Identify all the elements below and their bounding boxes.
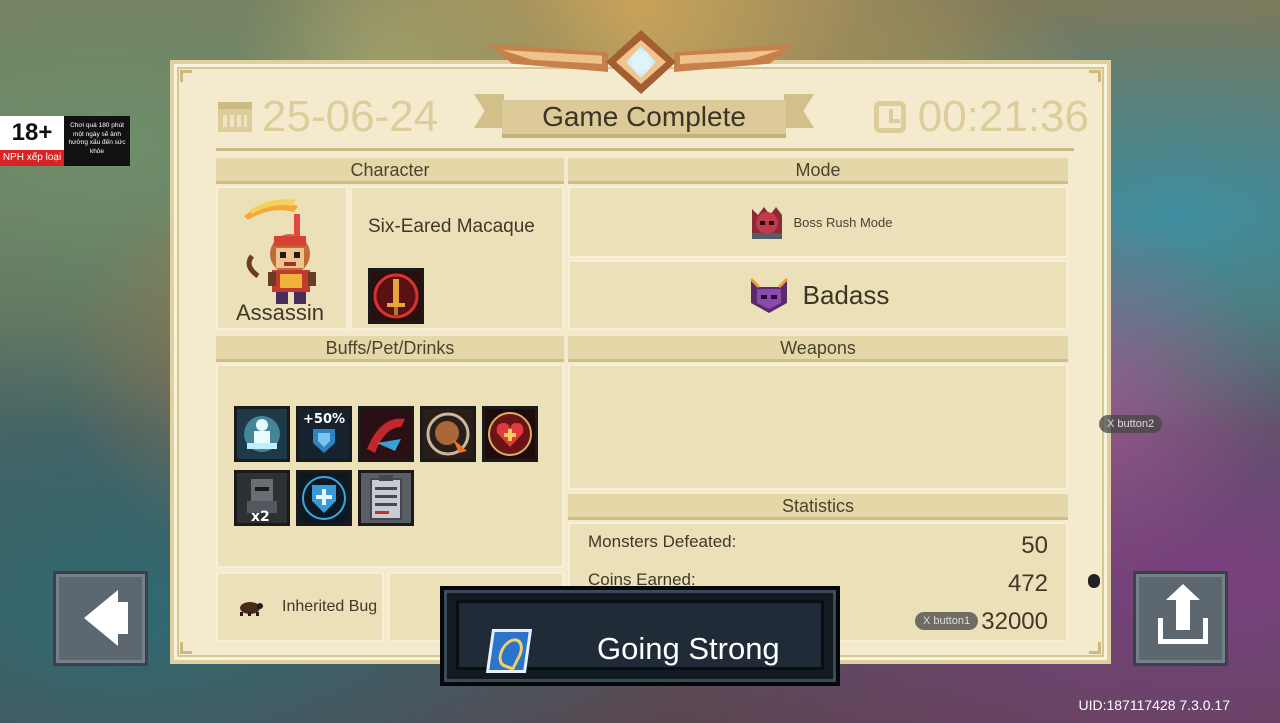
uid-version: UID:187117428 7.3.0.17	[1078, 697, 1230, 713]
weapons-cell	[568, 364, 1068, 490]
statistics-header: Statistics	[568, 494, 1068, 520]
game-mode-label: Boss Rush Mode	[793, 214, 893, 230]
character-header: Character	[216, 158, 564, 184]
buffs-cell: +50% x2	[216, 364, 564, 568]
bug-pet-icon	[240, 602, 263, 616]
achievement-banner: Going Strong	[440, 586, 840, 686]
boss-rush-icon	[751, 207, 782, 239]
difficulty-label: Badass	[802, 279, 890, 310]
back-arrow-icon	[84, 590, 128, 646]
badass-difficulty-icon	[749, 277, 788, 313]
knight-x2-buff-icon[interactable]: x2	[234, 470, 290, 526]
svg-text:x2: x2	[251, 509, 270, 523]
clock-icon	[873, 101, 906, 133]
stat-label: Monsters Defeated:	[588, 532, 737, 551]
game-mode-cell: Boss Rush Mode	[568, 186, 1068, 258]
stat-value: 50	[1021, 532, 1048, 559]
shield-50-percent-buff-icon[interactable]: +50%	[296, 406, 352, 462]
stat-value: 32000	[981, 608, 1048, 635]
pet-label: Inherited Bug	[282, 598, 378, 615]
ribbon-tail-right	[784, 94, 814, 128]
results-panel: 25-06-24 Game Complete 00:21:36 Characte…	[170, 60, 1111, 664]
xbutton2-hint: X button2	[1099, 415, 1163, 433]
blue-shield-buff-icon[interactable]	[296, 470, 352, 526]
meditation-buff-icon[interactable]	[234, 406, 290, 462]
share-box	[1158, 618, 1208, 644]
stat-value: 472	[1007, 570, 1048, 597]
svg-text:+50%: +50%	[303, 412, 345, 427]
ribbon-tail-left	[474, 94, 504, 128]
age-rating-label: 18+	[11, 119, 53, 146]
panel-corner	[1089, 70, 1101, 82]
character-info-cell: Six-Eared Macaque	[350, 186, 564, 330]
time-text: 00:21:36	[917, 92, 1089, 141]
achievement-text: Going Strong	[597, 631, 780, 666]
character-class: Assassin	[236, 300, 325, 325]
header-divider	[216, 148, 1074, 151]
achievement-card-icon	[485, 629, 533, 673]
pet-cell: Inherited Bug	[216, 572, 384, 642]
weapons-header: Weapons	[568, 336, 1068, 362]
panel-corner	[180, 70, 192, 82]
title-ribbon: Game Complete	[474, 90, 814, 138]
age-rating-publisher: NPH xếp loại	[0, 150, 64, 166]
share-button[interactable]	[1133, 571, 1228, 666]
panel-corner	[180, 642, 192, 654]
xbutton1-hint: X button1	[915, 612, 979, 630]
red-slash-buff-icon[interactable]	[358, 406, 414, 462]
panel-corner	[1089, 642, 1101, 654]
heart-buff-icon[interactable]	[482, 406, 538, 462]
calendar-icon	[218, 102, 252, 132]
age-rating-warning: Chơi quá 180 phút một ngày sẽ ảnh hưởng …	[64, 116, 130, 166]
character-name: Six-Eared Macaque	[368, 216, 535, 237]
character-portrait-cell: Assassin	[216, 186, 348, 330]
back-button[interactable]	[53, 571, 148, 666]
time-display: 00:21:36	[873, 92, 1089, 142]
page-title: Game Complete	[542, 101, 746, 132]
monkey-assassin-sprite-icon	[244, 199, 316, 304]
difficulty-cell: Badass	[568, 260, 1068, 330]
buffs-header: Buffs/Pet/Drinks	[216, 336, 564, 362]
dash-buff-icon[interactable]	[420, 406, 476, 462]
age-rating-badge: 18+ NPH xếp loại Chơi quá 180 phút một n…	[0, 116, 130, 166]
stat-row-monsters: Monsters Defeated: 50	[588, 532, 1048, 560]
mode-header: Mode	[568, 158, 1068, 184]
date-text: 25-06-24	[262, 92, 439, 141]
sword-skill-icon[interactable]	[368, 268, 424, 324]
mouse-icon	[1088, 574, 1100, 588]
crest-emblem-icon	[488, 30, 794, 94]
date-display: 25-06-24	[218, 92, 438, 142]
checklist-buff-icon[interactable]	[358, 470, 414, 526]
